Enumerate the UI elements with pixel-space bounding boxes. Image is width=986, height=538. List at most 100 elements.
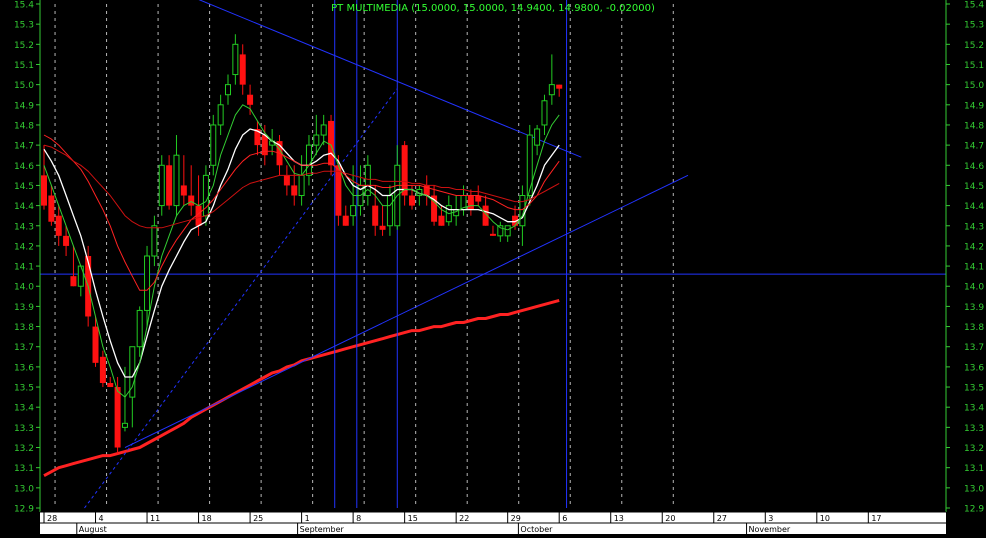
candle-body bbox=[504, 225, 511, 237]
candle-body bbox=[55, 215, 62, 236]
candle-body bbox=[350, 205, 357, 217]
x-tick-label: 25 bbox=[253, 514, 263, 523]
candle-body bbox=[77, 265, 84, 287]
y-tick-label: 13.0 bbox=[14, 484, 34, 494]
y-tick-label: 15.3 bbox=[14, 21, 34, 31]
y-tick-label: 14.3 bbox=[964, 222, 984, 232]
candle-body bbox=[151, 225, 158, 257]
candle-body bbox=[534, 128, 541, 146]
y-tick-label: 13.5 bbox=[14, 384, 34, 394]
y-tick-label: 14.8 bbox=[14, 121, 34, 131]
y-tick-label: 13.2 bbox=[964, 444, 984, 454]
candle-body bbox=[225, 84, 231, 96]
candle-body bbox=[372, 205, 379, 226]
y-tick-label: 15.4 bbox=[964, 1, 984, 11]
y-tick-label: 13.9 bbox=[14, 303, 34, 313]
y-tick-label: 14.0 bbox=[14, 283, 34, 293]
x-tick-label: 29 bbox=[511, 514, 521, 523]
stock-chart: 12.9 12.9 13.0 13.0 13.1 13.1 13.2 13.2 13.3 13.3… bbox=[0, 0, 986, 534]
y-tick-label: 12.9 bbox=[14, 505, 34, 515]
y-tick-label: 15.4 bbox=[14, 1, 34, 11]
candle-body bbox=[99, 356, 106, 384]
chart-title: PT MULTIMEDIA (15.0000, 15.0000, 14.9400… bbox=[331, 3, 655, 14]
candle-body bbox=[438, 215, 445, 226]
candle-body bbox=[188, 195, 195, 206]
y-tick-label: 15.1 bbox=[964, 61, 984, 71]
candle-body bbox=[291, 185, 298, 196]
candle-body bbox=[107, 383, 114, 388]
candle-body bbox=[239, 54, 246, 85]
candle-body bbox=[180, 185, 187, 196]
candle-body bbox=[114, 387, 121, 448]
candle-body bbox=[548, 84, 555, 96]
y-tick-label: 15.2 bbox=[14, 41, 34, 51]
x-tick-label: 11 bbox=[150, 514, 160, 523]
y-tick-label: 15.0 bbox=[964, 81, 984, 91]
candle-body bbox=[335, 165, 342, 216]
candle-body bbox=[489, 233, 496, 236]
candle-body bbox=[305, 144, 312, 176]
x-tick-label: 28 bbox=[47, 514, 57, 523]
candle-body bbox=[320, 124, 327, 136]
y-tick-label: 14.4 bbox=[964, 202, 984, 212]
y-tick-label: 13.1 bbox=[14, 464, 34, 474]
y-tick-label: 15.3 bbox=[964, 21, 984, 31]
x-tick-label: 20 bbox=[665, 514, 675, 523]
y-tick-label: 13.6 bbox=[964, 363, 984, 373]
candle-body bbox=[328, 120, 335, 166]
y-tick-label: 14.5 bbox=[964, 182, 984, 192]
x-tick-label: 22 bbox=[459, 514, 469, 523]
candle-body bbox=[342, 215, 349, 226]
candle-body bbox=[541, 100, 548, 126]
y-tick-label: 13.8 bbox=[14, 323, 34, 333]
y-tick-label: 13.2 bbox=[14, 444, 34, 454]
candle-body bbox=[247, 94, 254, 105]
candle-body bbox=[283, 175, 290, 186]
y-tick-label: 14.9 bbox=[14, 101, 34, 111]
y-tick-label: 14.2 bbox=[964, 242, 984, 252]
y-tick-label: 14.6 bbox=[964, 162, 984, 172]
y-tick-label: 14.2 bbox=[14, 242, 34, 252]
chart-canvas: 12.9 12.9 13.0 13.0 13.1 13.1 13.2 13.2 13.3 13.3… bbox=[0, 0, 986, 534]
y-tick-label: 14.1 bbox=[964, 263, 984, 273]
candle-body bbox=[70, 276, 77, 287]
y-tick-label: 13.4 bbox=[14, 404, 34, 414]
candle-body bbox=[158, 164, 165, 207]
x-tick-label: 8 bbox=[356, 514, 361, 523]
y-tick-label: 14.7 bbox=[964, 142, 984, 152]
x-tick-label: 18 bbox=[202, 514, 212, 523]
candle-body bbox=[48, 195, 55, 222]
month-label: September bbox=[300, 525, 345, 534]
x-tick-label: 15 bbox=[408, 514, 418, 523]
x-tick-label: 17 bbox=[871, 514, 881, 523]
candle-body bbox=[386, 195, 393, 227]
y-tick-label: 13.3 bbox=[14, 424, 34, 434]
y-tick-label: 14.6 bbox=[14, 162, 34, 172]
candle-body bbox=[467, 195, 474, 210]
candle-body bbox=[526, 134, 533, 197]
y-tick-label: 13.0 bbox=[964, 484, 984, 494]
y-tick-label: 14.4 bbox=[14, 202, 34, 212]
y-tick-label: 13.8 bbox=[964, 323, 984, 333]
y-tick-label: 13.7 bbox=[14, 343, 34, 353]
candle-body bbox=[210, 124, 217, 166]
candle-body bbox=[379, 225, 386, 230]
y-tick-label: 15.1 bbox=[14, 61, 34, 71]
y-tick-label: 13.9 bbox=[964, 303, 984, 313]
candle-body bbox=[63, 235, 70, 246]
candle-body bbox=[92, 326, 99, 363]
y-tick-label: 15.0 bbox=[14, 81, 34, 91]
x-tick-label: 1 bbox=[305, 514, 310, 523]
y-tick-label: 13.4 bbox=[964, 404, 984, 414]
candle-body bbox=[298, 174, 305, 197]
candle-body bbox=[313, 134, 320, 146]
x-tick-label: 6 bbox=[562, 514, 567, 523]
month-label: August bbox=[79, 525, 107, 534]
month-label: November bbox=[749, 525, 791, 534]
y-tick-label: 14.7 bbox=[14, 142, 34, 152]
x-tick-label: 27 bbox=[717, 514, 727, 523]
candle-body bbox=[232, 43, 239, 76]
y-tick-label: 14.0 bbox=[964, 283, 984, 293]
candle-body bbox=[217, 104, 224, 126]
candle-body bbox=[409, 195, 415, 206]
